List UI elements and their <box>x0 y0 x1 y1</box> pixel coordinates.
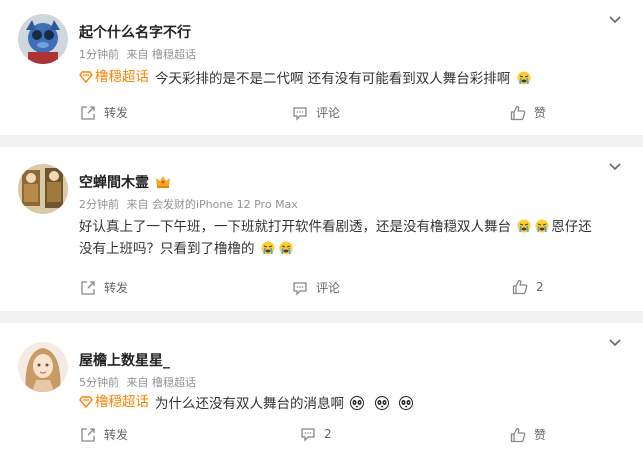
share-icon <box>81 427 95 442</box>
comment-icon <box>293 106 307 121</box>
comment-meta: 5分钟前 来自 橹穏超话 <box>79 374 196 390</box>
comment-text: 好认真上了一下午班，一下班就打开软件看剧透，还是没有橹穏双人舞台 恩仔还 没有上… <box>79 216 592 260</box>
timestamp: 1分钟前 <box>79 48 119 61</box>
username[interactable]: 空蝉間木霊 <box>79 172 298 192</box>
source: 来自 会发财的iPhone 12 Pro Max <box>126 198 298 211</box>
comment-label[interactable]: 评论 <box>316 104 340 121</box>
repost-label[interactable]: 转发 <box>104 279 128 296</box>
like-count[interactable]: 2 <box>536 280 544 294</box>
avatar[interactable] <box>18 342 68 392</box>
panda-emoji-icon <box>374 396 389 410</box>
repost-label[interactable]: 转发 <box>104 104 128 121</box>
comment-count[interactable]: 2 <box>324 427 332 441</box>
comment-card: 屋檐上数星星_ 5分钟前 来自 橹穏超话 橹穏超话 为什么还没有双人舞台的消息啊 <box>0 323 643 456</box>
comment-card: 起个什么名字不行 1分钟前 来自 橹穏超话 橹穏超话 今天彩排的是不是二代啊 还… <box>0 0 643 135</box>
comment-button[interactable]: 2 <box>300 426 332 442</box>
comment-button[interactable]: 评论 <box>292 104 340 121</box>
comment-actions: 转发 2 赞 <box>0 426 643 446</box>
comment-meta: 2分钟前 来自 会发财的iPhone 12 Pro Max <box>79 196 298 212</box>
timestamp: 5分钟前 <box>79 376 119 389</box>
divider <box>0 135 643 147</box>
source: 来自 橹穏超话 <box>126 376 197 389</box>
panda-emoji-icon <box>350 396 365 410</box>
comment-button[interactable]: 评论 <box>292 279 340 296</box>
topic-label[interactable]: 橹穏超话 <box>95 391 149 413</box>
thumbs-up-icon <box>512 279 528 295</box>
username[interactable]: 起个什么名字不行 <box>79 22 196 42</box>
repost-button[interactable]: 转发 <box>80 426 128 443</box>
comment-card: 空蝉間木霊 2分钟前 来自 会发财的iPhone 12 Pro Max 好认真上… <box>0 147 643 311</box>
crying-emoji-icon <box>517 219 531 233</box>
repost-label[interactable]: 转发 <box>104 426 128 443</box>
share-icon <box>81 280 95 295</box>
comment-icon <box>293 281 307 296</box>
source: 来自 橹穏超话 <box>126 48 197 61</box>
avatar-image <box>18 164 68 214</box>
like-button[interactable]: 赞 <box>510 104 546 121</box>
comment-icon <box>301 428 315 442</box>
comment-body-line1: 好认真上了一下午班，一下班就打开软件看剧透，还是没有橹穏双人舞台 <box>79 219 511 235</box>
topic-icon <box>79 71 93 83</box>
comment-actions: 转发 评论 赞 <box>0 104 643 124</box>
like-label[interactable]: 赞 <box>534 104 546 121</box>
comment-feed: 起个什么名字不行 1分钟前 来自 橹穏超话 橹穏超话 今天彩排的是不是二代啊 还… <box>0 0 643 456</box>
comment-actions: 转发 评论 2 <box>0 279 643 299</box>
comment-header: 空蝉間木霊 2分钟前 来自 会发财的iPhone 12 Pro Max <box>79 172 298 212</box>
comment-body: 为什么还没有双人舞台的消息啊 <box>155 396 344 412</box>
avatar[interactable] <box>18 14 68 64</box>
crying-emoji-icon <box>261 241 275 255</box>
like-label[interactable]: 赞 <box>534 426 546 443</box>
crying-emoji-icon <box>279 241 293 255</box>
chevron-down-icon[interactable] <box>609 14 621 26</box>
avatar-image <box>18 14 68 64</box>
username[interactable]: 屋檐上数星星_ <box>79 350 196 370</box>
username-text[interactable]: 起个什么名字不行 <box>79 22 191 42</box>
comment-label[interactable]: 评论 <box>316 279 340 296</box>
crown-icon <box>156 176 170 188</box>
comment-text: 橹穏超话 为什么还没有双人舞台的消息啊 <box>79 391 583 415</box>
comment-header: 起个什么名字不行 1分钟前 来自 橹穏超话 <box>79 22 196 62</box>
like-button[interactable]: 赞 <box>510 426 546 443</box>
thumbs-up-icon <box>510 427 526 442</box>
comment-header: 屋檐上数星星_ 5分钟前 来自 橹穏超话 <box>79 350 196 390</box>
username-text[interactable]: 屋檐上数星星_ <box>79 350 170 370</box>
username-text[interactable]: 空蝉間木霊 <box>79 172 149 192</box>
topic-label[interactable]: 橹穏超话 <box>95 66 149 88</box>
comment-body-tail: 恩仔还 <box>551 219 592 235</box>
avatar-image <box>18 342 68 392</box>
thumbs-up-icon <box>510 105 526 120</box>
crying-emoji-icon <box>535 219 549 233</box>
topic-icon <box>79 396 93 408</box>
avatar[interactable] <box>18 164 68 214</box>
comment-body-line2: 没有上班吗？只看到了橹橹的 <box>79 241 255 257</box>
chevron-down-icon[interactable] <box>609 161 621 173</box>
topic-link[interactable]: 橹穏超话 <box>79 66 149 88</box>
comment-text: 橹穏超话 今天彩排的是不是二代啊 还有没有可能看到双人舞台彩排啊 <box>79 66 583 90</box>
share-icon <box>81 105 95 120</box>
repost-button[interactable]: 转发 <box>80 279 128 296</box>
panda-emoji-icon <box>398 396 413 410</box>
repost-button[interactable]: 转发 <box>80 104 128 121</box>
crying-emoji-icon <box>517 71 531 85</box>
topic-link[interactable]: 橹穏超话 <box>79 391 149 413</box>
comment-meta: 1分钟前 来自 橹穏超话 <box>79 46 196 62</box>
timestamp: 2分钟前 <box>79 198 119 211</box>
divider <box>0 311 643 323</box>
like-button[interactable]: 2 <box>512 279 544 295</box>
chevron-down-icon[interactable] <box>609 337 621 349</box>
comment-body: 今天彩排的是不是二代啊 还有没有可能看到双人舞台彩排啊 <box>155 71 511 87</box>
